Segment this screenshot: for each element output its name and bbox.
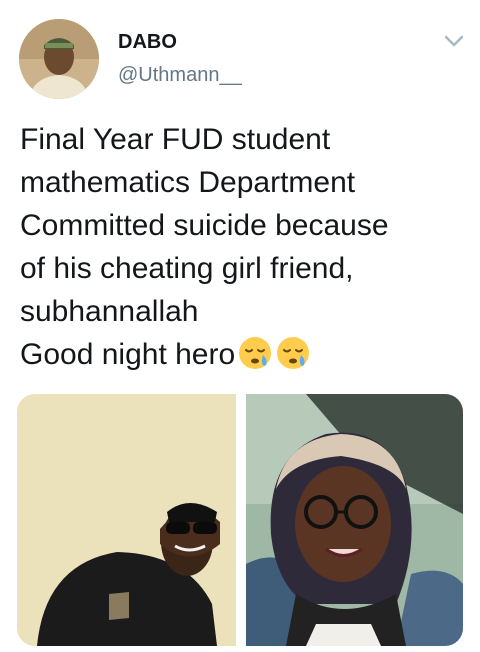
tweet-line: subhannallah [20,295,199,328]
user-avatar[interactable] [19,19,99,99]
sleepy-face-icon [237,335,273,371]
sleepy-face-icon [275,335,311,371]
tweet-line: Committed suicide because [20,209,389,242]
avatar-photo [19,19,99,99]
media-grid [17,394,463,646]
photo-young-woman-glasses[interactable] [246,394,463,646]
chevron-down-icon[interactable] [440,30,468,52]
tweet-line: Final Year FUD student [20,123,331,156]
photo-young-man-sunglasses[interactable] [17,394,236,646]
tweet-line: of his cheating girl friend, [20,252,354,285]
user-handle[interactable]: @Uthmann__ [118,64,242,87]
tweet-text: Final Year FUD student mathematics Depar… [20,118,460,376]
tweet-line: Good night hero [20,338,236,371]
tweet-line: mathematics Department [20,166,356,199]
display-name[interactable]: DABO [118,31,177,54]
